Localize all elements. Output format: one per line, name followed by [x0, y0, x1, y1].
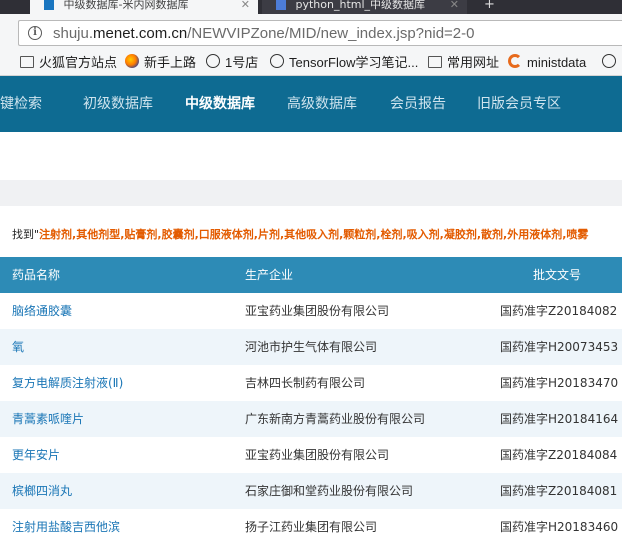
approval-number: 国药准字Z20184084 [500, 448, 618, 462]
bookmark-item[interactable] [602, 54, 621, 72]
url-input[interactable]: i shuju.menet.com.cn/NEWVIPZone/MID/new_… [18, 20, 622, 46]
firefox-icon [125, 54, 139, 68]
url-text: shuju.menet.com.cn/NEWVIPZone/MID/new_in… [53, 25, 475, 42]
globe-icon [270, 54, 284, 68]
address-bar: i shuju.menet.com.cn/NEWVIPZone/MID/new_… [0, 14, 622, 50]
approval-number: 国药准字Z20184082 [500, 304, 618, 318]
approval-number: 国药准字H20073453 [500, 340, 619, 354]
tab-strip: 中级数据库-米内网数据库 ✕ python_html_中级数据库 ✕ + [0, 0, 622, 14]
table-row: 氧 河池市护生气体有限公司 国药准字H20073453 [0, 329, 622, 365]
drug-name-link[interactable]: 青蒿素哌喹片 [12, 412, 84, 426]
new-tab-icon[interactable]: + [484, 0, 496, 12]
table-body: 脑络通胶囊 亚宝药业集团股份有限公司 国药准字Z20184082 氧 河池市护生… [0, 293, 622, 545]
globe-icon [602, 54, 616, 68]
column-header-approval-number: 批文文号 [533, 268, 582, 282]
tab-active[interactable]: 中级数据库-米内网数据库 ✕ [30, 0, 258, 14]
dosage-types: 注射剂,其他剂型,贴膏剂,胶囊剂,口服液体剂,片剂,其他吸入剂,颗粒剂,栓剂,吸… [39, 228, 589, 241]
column-header-drug-name: 药品名称 [12, 268, 61, 282]
table-row: 更年安片 亚宝药业集团股份有限公司 国药准字Z20184084 [0, 437, 622, 473]
table-header: 药品名称 生产企业 批文文号 [0, 257, 622, 293]
bookmark-item[interactable]: 常用网址 [428, 54, 499, 72]
search-summary: 找到"注射剂,其他剂型,贴膏剂,胶囊剂,口服液体剂,片剂,其他吸入剂,颗粒剂,栓… [12, 228, 589, 241]
folder-icon [20, 56, 34, 68]
results-table: 药品名称 生产企业 批文文号 脑络通胶囊 亚宝药业集团股份有限公司 国药准字Z2… [0, 257, 622, 545]
manufacturer: 亚宝药业集团股份有限公司 [245, 304, 390, 318]
nav-item-quick-search[interactable]: 一键检索 [0, 95, 42, 113]
site-favicon-icon [44, 0, 54, 10]
tab-inactive[interactable]: python_html_中级数据库 ✕ [262, 0, 467, 14]
globe-icon [206, 54, 220, 68]
approval-number: 国药准字H20184164 [500, 412, 619, 426]
approval-number: 国药准字Z20184081 [500, 484, 618, 498]
close-icon[interactable]: ✕ [241, 0, 250, 10]
folder-icon [428, 56, 442, 68]
drug-name-link[interactable]: 注射用盐酸吉西他滨 [12, 520, 120, 534]
tab-title: python_html_中级数据库 [295, 0, 426, 11]
bookmark-item[interactable]: 1号店 [206, 54, 258, 72]
bookmark-item[interactable]: TensorFlow学习笔记... [270, 54, 418, 72]
manufacturer: 亚宝药业集团股份有限公司 [245, 448, 390, 462]
ring-icon [508, 54, 522, 68]
drug-name-link[interactable]: 复方电解质注射液(Ⅱ) [12, 376, 123, 390]
site-favicon-icon [276, 0, 286, 10]
site-nav: 一键检索 初级数据库 中级数据库 高级数据库 会员报告 旧版会员专区 [0, 76, 622, 132]
nav-item-member-report[interactable]: 会员报告 [390, 95, 446, 113]
table-row: 青蒿素哌喹片 广东新南方青蒿药业股份有限公司 国药准字H20184164 [0, 401, 622, 437]
approval-number: 国药准字H20183460 [500, 520, 619, 534]
nav-item-basic-db[interactable]: 初级数据库 [83, 95, 153, 113]
nav-item-advanced-db[interactable]: 高级数据库 [287, 95, 357, 113]
close-icon[interactable]: ✕ [450, 0, 459, 10]
manufacturer: 河池市护生气体有限公司 [245, 340, 378, 354]
manufacturer: 广东新南方青蒿药业股份有限公司 [245, 412, 426, 426]
table-row: 注射用盐酸吉西他滨 扬子江药业集团有限公司 国药准字H20183460 [0, 509, 622, 545]
manufacturer: 石家庄御和堂药业股份有限公司 [245, 484, 414, 498]
table-row: 复方电解质注射液(Ⅱ) 吉林四长制药有限公司 国药准字H20183470 [0, 365, 622, 401]
bookmarks-bar: 火狐官方站点 新手上路 1号店 TensorFlow学习笔记... 常用网址 m… [0, 50, 622, 76]
column-header-manufacturer: 生产企业 [245, 268, 294, 282]
drug-name-link[interactable]: 脑络通胶囊 [12, 304, 72, 318]
nav-item-mid-db[interactable]: 中级数据库 [185, 95, 255, 113]
table-row: 脑络通胶囊 亚宝药业集团股份有限公司 国药准字Z20184082 [0, 293, 622, 329]
drug-name-link[interactable]: 槟榔四消丸 [12, 484, 72, 498]
tab-title: 中级数据库-米内网数据库 [63, 0, 189, 11]
info-icon[interactable]: i [28, 26, 42, 40]
bookmark-item[interactable]: ministdata [508, 54, 586, 72]
manufacturer: 扬子江药业集团有限公司 [245, 520, 378, 534]
bookmark-item[interactable]: 新手上路 [125, 54, 196, 72]
drug-name-link[interactable]: 氧 [12, 340, 24, 354]
table-row: 槟榔四消丸 石家庄御和堂药业股份有限公司 国药准字Z20184081 [0, 473, 622, 509]
approval-number: 国药准字H20183470 [500, 376, 619, 390]
drug-name-link[interactable]: 更年安片 [12, 448, 60, 462]
nav-item-legacy-member[interactable]: 旧版会员专区 [477, 95, 561, 113]
bookmark-item[interactable]: 火狐官方站点 [20, 54, 117, 72]
divider-band [0, 180, 622, 206]
manufacturer: 吉林四长制药有限公司 [245, 376, 366, 390]
